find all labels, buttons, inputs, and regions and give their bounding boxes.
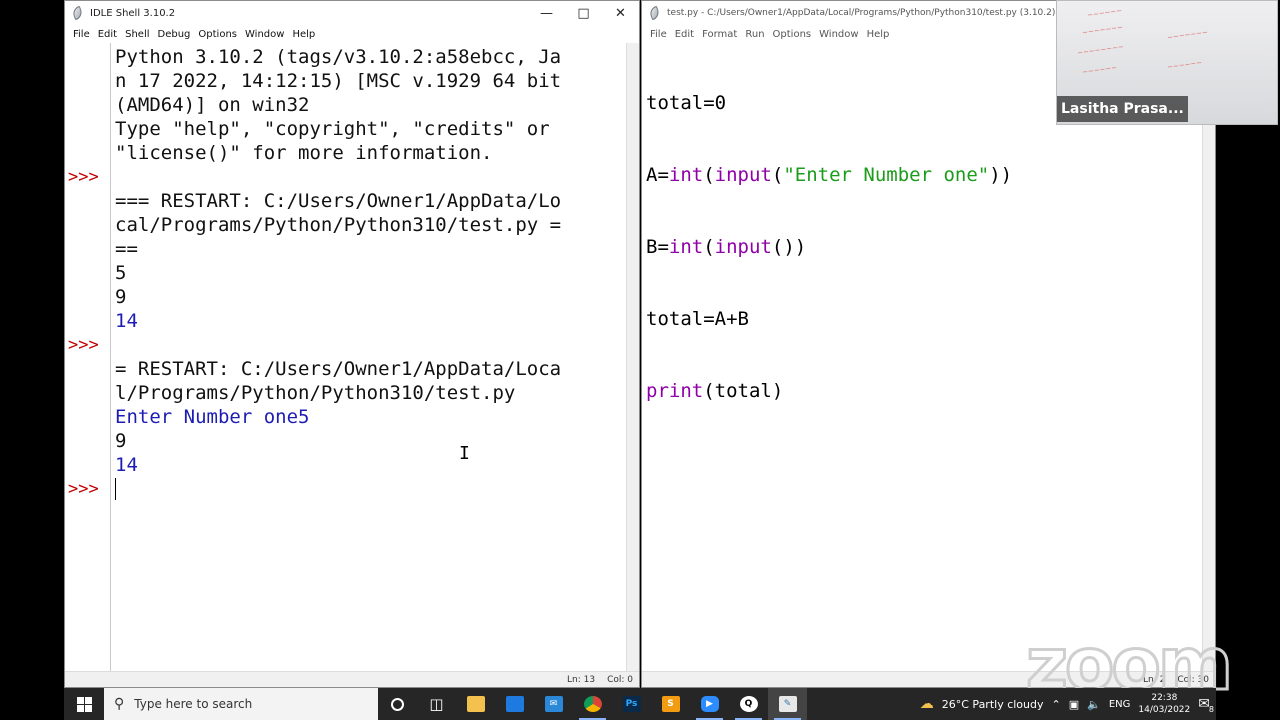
shell-output-line: 5 <box>115 262 127 284</box>
shell-output-line: Type "help", "copyright", "credits" or <box>115 118 550 140</box>
clock-time: 22:38 <box>1151 693 1178 703</box>
status-col: Col: 0 <box>607 674 633 685</box>
task-view-icon[interactable]: ◫ <box>417 688 456 720</box>
shell-output-line: = RESTART: C:/Users/Owner1/AppData/Loca <box>115 358 562 380</box>
maximize-icon[interactable]: □ <box>565 1 602 25</box>
code-line: print(total) <box>646 380 784 402</box>
photoshop-icon[interactable]: Ps <box>612 688 651 720</box>
taskbar-search[interactable]: ⚲ Type here to search <box>104 688 378 720</box>
whiteboard-scribble: ~~~~~~~ <box>1081 23 1124 37</box>
obs-icon[interactable]: Q <box>729 688 768 720</box>
menu-window[interactable]: Window <box>815 29 862 40</box>
shell-output-line <box>115 477 116 501</box>
shell-statusbar: Ln: 13 Col: 0 <box>65 671 639 687</box>
file-explorer-icon[interactable] <box>456 688 495 720</box>
shell-output-line: Enter Number one5 <box>115 406 310 428</box>
menu-shell[interactable]: Shell <box>121 29 153 40</box>
shell-output-line: == <box>115 238 138 260</box>
shell-output-line: cal/Programs/Python/Python310/test.py = <box>115 214 562 236</box>
close-icon[interactable]: ✕ <box>602 1 639 25</box>
shell-prompt: >>> <box>68 335 99 355</box>
system-tray: ☁ 26°C Partly cloudy ⌃ ▣ 🔈 ENG 22:38 14/… <box>920 688 1216 720</box>
menu-format[interactable]: Format <box>698 29 741 40</box>
shell-output-line: Python 3.10.2 (tags/v3.10.2:a58ebcc, Ja <box>115 46 562 68</box>
menu-help[interactable]: Help <box>288 29 319 40</box>
menu-window[interactable]: Window <box>241 29 288 40</box>
clock-date: 14/03/2022 <box>1138 705 1191 715</box>
store-icon[interactable] <box>495 688 534 720</box>
shell-output-line: 14 <box>115 310 138 332</box>
editor-text-area[interactable]: total=0 A=int(input("Enter Number one"))… <box>642 43 1215 673</box>
code-line: total=A+B <box>646 308 749 330</box>
shell-prompt: >>> <box>68 479 99 499</box>
weather-cloud-icon[interactable]: ☁ <box>920 696 934 712</box>
sublime-icon[interactable]: S <box>651 688 690 720</box>
shell-output-line: === RESTART: C:/Users/Owner1/AppData/Lo <box>115 190 562 212</box>
shell-output-line: (AMD64)] on win32 <box>115 94 310 116</box>
search-icon: ⚲ <box>114 696 125 712</box>
menu-edit[interactable]: Edit <box>671 29 698 40</box>
participant-name: Lasitha Prasa... <box>1057 96 1188 122</box>
shell-output-line: l/Programs/Python/Python310/test.py <box>115 382 516 404</box>
windows-logo-icon <box>76 696 92 712</box>
code-line: total=0 <box>646 92 727 114</box>
whiteboard-scribble: ~~~~~~ <box>1086 6 1123 20</box>
idle-taskbar-icon[interactable]: ✎ <box>768 688 807 720</box>
code-line: B=int(input()) <box>646 236 807 258</box>
participant-video: ~~~~~~ ~~~~~~~ ~~~~~~~~ ~~~~~~ ~~~~~~~ ~… <box>1056 0 1278 125</box>
shell-scrollbar[interactable] <box>626 43 639 673</box>
shell-output-line: "license()" for more information. <box>115 142 493 164</box>
start-button[interactable] <box>64 688 104 720</box>
whiteboard-scribble: ~~~~~~ <box>1166 58 1203 72</box>
shell-text-area[interactable]: Python 3.10.2 (tags/v3.10.2:a58ebcc, Ja n… <box>65 43 639 673</box>
notification-icon[interactable]: ✉ 8 <box>1198 696 1214 714</box>
menu-file[interactable]: File <box>69 29 94 40</box>
code-line: A=int(input("Enter Number one")) <box>646 164 1013 186</box>
shell-output-line: n 17 2022, 14:12:15) [MSC v.1929 64 bit <box>115 70 562 92</box>
shell-output-line: 9 <box>115 286 127 308</box>
language-indicator[interactable]: ENG <box>1109 699 1131 710</box>
search-placeholder: Type here to search <box>134 697 253 711</box>
text-cursor <box>115 478 116 500</box>
idle-feather-icon <box>648 5 662 21</box>
menu-debug[interactable]: Debug <box>154 29 195 40</box>
menu-options[interactable]: Options <box>194 29 241 40</box>
editor-scrollbar[interactable] <box>1202 43 1215 673</box>
taskbar: ⚲ Type here to search ◫ ✉ Ps S ▶ Q ✎ ☁ 2… <box>64 688 1216 720</box>
cortana-icon[interactable] <box>378 688 417 720</box>
notification-count: 8 <box>1208 705 1214 714</box>
ibeam-cursor-icon: I <box>459 443 470 464</box>
menu-edit[interactable]: Edit <box>94 29 121 40</box>
idle-shell-window: IDLE Shell 3.10.2 — □ ✕ File Edit Shell … <box>64 0 640 688</box>
network-icon[interactable]: ▣ <box>1069 698 1079 711</box>
editor-title: test.py - C:/Users/Owner1/AppData/Local/… <box>667 8 1056 18</box>
whiteboard-scribble: ~~~~~~~~ <box>1076 42 1125 58</box>
shell-titlebar[interactable]: IDLE Shell 3.10.2 — □ ✕ <box>65 1 639 25</box>
menu-run[interactable]: Run <box>741 29 768 40</box>
whiteboard-scribble: ~~~~~~~ <box>1166 28 1209 42</box>
weather-text[interactable]: 26°C Partly cloudy <box>942 698 1044 711</box>
menu-help[interactable]: Help <box>863 29 894 40</box>
desktop: IDLE Shell 3.10.2 — □ ✕ File Edit Shell … <box>0 0 1280 720</box>
idle-feather-icon <box>71 5 85 21</box>
shell-output-line: 9 <box>115 430 127 452</box>
chevron-up-icon[interactable]: ⌃ <box>1052 698 1061 711</box>
volume-icon[interactable]: 🔈 <box>1087 698 1101 711</box>
zoom-app-icon[interactable]: ▶ <box>690 688 729 720</box>
chrome-icon[interactable] <box>573 688 612 720</box>
shell-output-line: 14 <box>115 454 138 476</box>
shell-prompt: >>> <box>68 167 99 187</box>
mail-icon[interactable]: ✉ <box>534 688 573 720</box>
status-line: Ln: 13 <box>567 674 596 685</box>
clock[interactable]: 22:38 14/03/2022 <box>1138 692 1190 716</box>
prompt-gutter <box>65 43 111 673</box>
shell-menubar: File Edit Shell Debug Options Window Hel… <box>65 25 639 43</box>
shell-title: IDLE Shell 3.10.2 <box>90 7 176 19</box>
minimize-icon[interactable]: — <box>528 1 565 25</box>
menu-options[interactable]: Options <box>769 29 816 40</box>
menu-file[interactable]: File <box>646 29 671 40</box>
whiteboard-scribble: ~~~~~~ <box>1081 63 1118 77</box>
